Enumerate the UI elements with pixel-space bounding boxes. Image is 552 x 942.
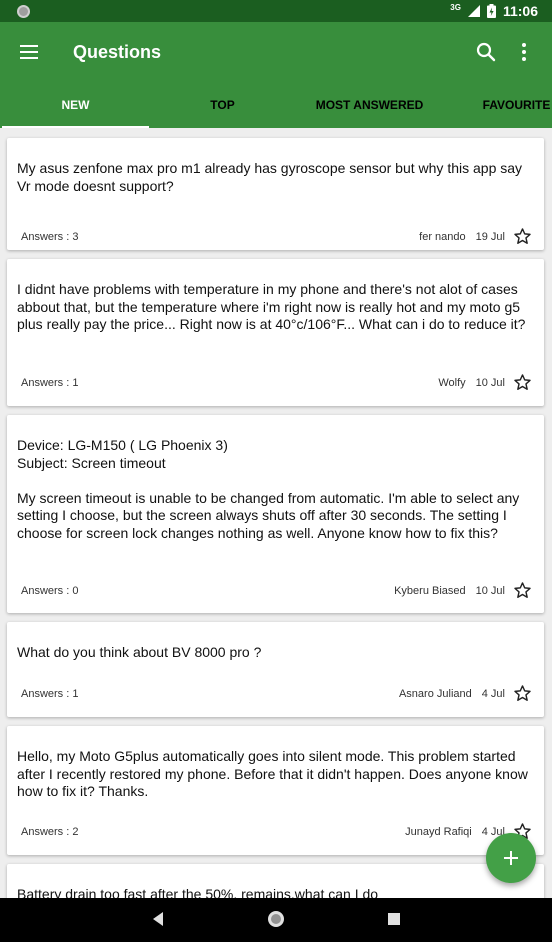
answer-count: Answers : 1 [21, 377, 79, 389]
tab-favourite[interactable]: FAVOURITE [443, 82, 552, 128]
clock: 11:06 [502, 3, 538, 19]
menu-icon[interactable] [20, 41, 44, 63]
add-question-button[interactable] [486, 833, 536, 883]
search-icon[interactable] [474, 40, 498, 64]
question-text: My asus zenfone max pro m1 already has g… [17, 160, 523, 194]
tab-top[interactable]: TOP [149, 82, 296, 128]
system-nav-bar [0, 898, 552, 942]
tab-new[interactable]: NEW [2, 82, 149, 128]
back-icon[interactable] [151, 910, 165, 928]
answer-count: Answers : 3 [21, 231, 79, 243]
tab-bar: NEW TOP MOST ANSWERED FAVOURITE [0, 82, 552, 128]
author-name: Asnaro Juliand [398, 687, 472, 700]
star-outline-icon[interactable] [513, 227, 532, 246]
author-name: Wolfy [438, 376, 466, 389]
home-icon[interactable] [266, 909, 286, 929]
question-date: 19 Jul [475, 230, 505, 243]
question-list[interactable]: My asus zenfone max pro m1 already has g… [0, 128, 552, 898]
question-date: 4 Jul [481, 687, 505, 700]
add-icon [504, 851, 518, 865]
question-text: I didnt have problems with temperature i… [17, 281, 526, 332]
tab-most-answered[interactable]: MOST ANSWERED [296, 82, 443, 128]
question-date: 10 Jul [475, 376, 505, 389]
author-name: fer nando [419, 230, 466, 243]
question-card[interactable]: Battery drain too fast after the 50%, re… [7, 864, 544, 898]
battery-icon [486, 4, 496, 18]
signal-icon [467, 5, 480, 17]
question-text: What do you think about BV 8000 pro ? [17, 644, 262, 660]
answer-count: Answers : 0 [21, 585, 79, 597]
app-bar: Questions [0, 22, 552, 82]
network-type: 3G [450, 2, 461, 12]
question-text: Device: LG-M150 ( LG Phoenix 3) Subject:… [17, 437, 520, 541]
star-outline-icon[interactable] [513, 373, 532, 392]
question-card[interactable]: My asus zenfone max pro m1 already has g… [7, 138, 544, 250]
page-title: Questions [73, 42, 162, 62]
answer-count: Answers : 2 [21, 826, 79, 838]
notification-icon [17, 5, 30, 18]
answer-count: Answers : 1 [21, 688, 79, 700]
question-date: 10 Jul [475, 584, 505, 597]
author-name: Junayd Rafiqi [405, 825, 472, 838]
question-card[interactable]: Device: LG-M150 ( LG Phoenix 3) Subject:… [7, 415, 544, 613]
more-vert-icon[interactable] [514, 40, 534, 64]
question-text: Battery drain too fast after the 50%, re… [17, 886, 379, 898]
author-name: Kyberu Biased [394, 584, 466, 597]
star-outline-icon[interactable] [513, 581, 532, 600]
status-bar: 3G 11:06 [0, 0, 552, 22]
question-text: Hello, my Moto G5plus automatically goes… [17, 748, 528, 799]
recents-icon[interactable] [387, 912, 401, 926]
question-card[interactable]: I didnt have problems with temperature i… [7, 259, 544, 406]
question-card[interactable]: What do you think about BV 8000 pro ? An… [7, 622, 544, 717]
star-outline-icon[interactable] [513, 684, 532, 703]
question-card[interactable]: Hello, my Moto G5plus automatically goes… [7, 726, 544, 855]
